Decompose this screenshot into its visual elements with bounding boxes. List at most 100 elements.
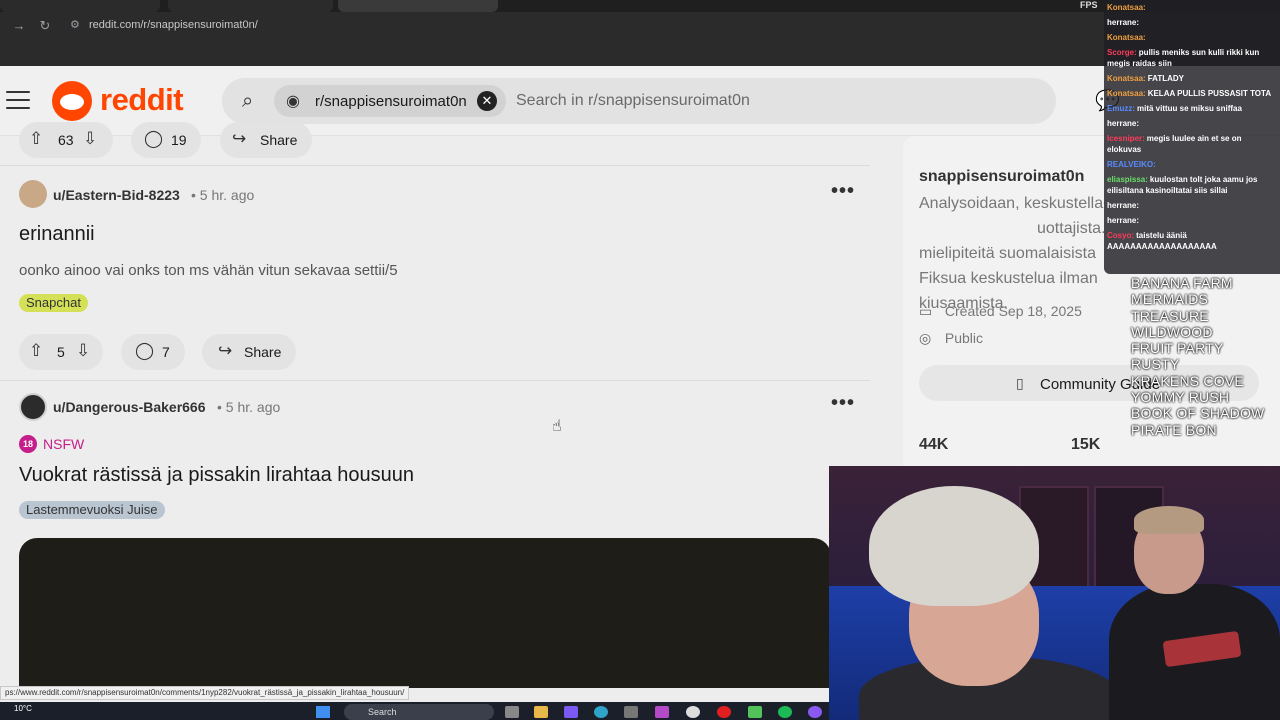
avatar[interactable]	[19, 180, 47, 208]
comments-button[interactable]: ◯ 19	[131, 122, 201, 158]
weekly-visitors: 44K	[919, 436, 949, 453]
game-item: KRAKENS COVE	[1131, 372, 1244, 389]
url-text[interactable]: reddit.com/r/snappisensuroimat0n/	[89, 19, 258, 31]
app-icon[interactable]	[808, 706, 822, 718]
chat-username: herrane:	[1107, 201, 1140, 210]
opera-icon[interactable]	[717, 706, 731, 718]
hand-cursor-icon: ☝	[552, 418, 562, 435]
upvote-icon[interactable]: ⇧	[29, 341, 43, 361]
chat-message: Cosyo: taistelu ääniä AAAAAAAAAAAAAAAAAAA	[1107, 230, 1277, 252]
app-icon[interactable]	[655, 706, 669, 718]
windows-start-icon[interactable]	[316, 706, 330, 718]
browser-tab[interactable]	[0, 0, 160, 12]
edge-icon[interactable]	[594, 706, 608, 718]
chat-username: Konatsaa:	[1107, 3, 1146, 12]
post-divider	[0, 380, 870, 381]
chat-username: herrane:	[1107, 216, 1140, 225]
chip-label: r/snappisensuroimat0n	[315, 93, 467, 110]
taskbar-search[interactable]: Search	[344, 704, 494, 720]
game-item: PIRATE BON	[1131, 421, 1217, 438]
game-item: BOOK OF SHADOW	[1131, 405, 1265, 422]
chat-message: Scorge: pullis meniks sun kulli rikki kun…	[1107, 47, 1277, 69]
chat-username: Emuzz:	[1107, 104, 1135, 113]
reload-icon[interactable]: ↻	[36, 18, 54, 34]
browser-toolbar-bottom	[0, 42, 1280, 66]
post-time: • 5 hr. ago	[191, 187, 255, 203]
games-list: BANANA FARM MERMAIDS TREASURE WILDWOOD FRUI…	[1131, 275, 1280, 438]
upvote-icon[interactable]: ⇧	[29, 129, 43, 149]
search-input[interactable]: Search in r/snappisensuroimat0n	[516, 92, 750, 110]
reddit-logo-text[interactable]: reddit	[100, 82, 184, 118]
chat-message: Konatsaa: FATLADY	[1107, 73, 1277, 84]
post-author[interactable]: u/Dangerous-Baker666	[53, 399, 206, 415]
nsfw-label: NSFW	[43, 436, 85, 452]
visibility-row: ◎ Public	[919, 330, 983, 347]
more-options-icon[interactable]: •••	[831, 392, 855, 415]
post-title[interactable]: Vuokrat rästissä ja pissakin lirahtaa ho…	[19, 464, 414, 487]
community-name: snappisensuroimat0n	[919, 168, 1085, 185]
chat-username: herrane:	[1107, 18, 1140, 27]
browser-tab[interactable]	[168, 0, 333, 12]
forward-icon[interactable]: →	[10, 18, 28, 33]
vote-count: 63	[58, 132, 74, 148]
subreddit-search-chip[interactable]: ◉ r/snappisensuroimat0n ✕	[274, 85, 506, 117]
reddit-logo-icon[interactable]	[52, 81, 92, 121]
post-body[interactable]: oonko ainoo vai onks ton ms vähän vitun …	[19, 262, 398, 279]
chat-username: Scorge:	[1107, 48, 1137, 57]
post-flair[interactable]: Lastemmevuoksi Juise	[19, 501, 165, 519]
comment-icon: ◯	[135, 341, 155, 360]
post-time: • 5 hr. ago	[217, 399, 281, 415]
share-button[interactable]: ↪ Share	[202, 334, 296, 370]
post-flair[interactable]: Snapchat	[19, 294, 88, 312]
more-options-icon[interactable]: •••	[831, 180, 855, 203]
chat-username: herrane:	[1107, 119, 1140, 128]
browser-tab-active[interactable]	[338, 0, 498, 12]
task-view-icon[interactable]	[505, 706, 519, 718]
chat-message: herrane:	[1107, 200, 1277, 211]
file-explorer-icon[interactable]	[534, 706, 548, 718]
weather-widget[interactable]: 10°C	[14, 704, 32, 713]
downvote-icon[interactable]: ⇩	[83, 129, 97, 149]
search-bar[interactable]: ⌕ ◉ r/snappisensuroimat0n ✕ Search in r/…	[222, 78, 1056, 124]
comments-button[interactable]: ◯ 7	[121, 334, 185, 370]
site-info-icon[interactable]: ⚙	[70, 18, 80, 31]
spotify-icon[interactable]	[778, 706, 792, 718]
chat-username: Konatsaa:	[1107, 74, 1146, 83]
game-item: BANANA FARM	[1131, 275, 1233, 291]
chat-message: herrane:	[1107, 215, 1277, 226]
share-label: Share	[260, 132, 298, 148]
created-row: ▭ Created Sep 18, 2025	[919, 303, 1082, 320]
desc-line: uottajista.	[1037, 220, 1106, 237]
avatar[interactable]	[19, 393, 47, 421]
app-icon[interactable]	[748, 706, 762, 718]
chrome-icon[interactable]	[686, 706, 700, 718]
fps-counter: FPS	[1080, 0, 1098, 10]
game-item: YOMMY RUSH	[1131, 389, 1230, 406]
chat-username: Cosyo:	[1107, 231, 1135, 240]
menu-icon[interactable]	[6, 91, 30, 111]
search-icon: ⌕	[242, 90, 254, 112]
post-author[interactable]: u/Eastern-Bid-8223	[53, 187, 180, 203]
game-item: FRUIT PARTY	[1131, 340, 1224, 357]
created-date: Created Sep 18, 2025	[944, 303, 1082, 319]
chat-username: Konatsaa:	[1107, 89, 1146, 98]
vote-bar: ⇧ 63 ⇩	[19, 122, 113, 158]
app-icon[interactable]	[564, 706, 578, 718]
downvote-icon[interactable]: ⇩	[76, 341, 90, 361]
globe-icon: ◎	[919, 330, 932, 346]
weekly-contributions: 15K	[1071, 436, 1101, 453]
comment-count: 7	[162, 344, 170, 360]
comment-icon: ◯	[144, 129, 164, 148]
chat-message: Icesniper: megis luulee ain et se on elok…	[1107, 133, 1277, 155]
share-button[interactable]: ↪ Share	[220, 122, 312, 158]
book-icon: ▯	[1016, 375, 1024, 391]
store-icon[interactable]	[624, 706, 638, 718]
comment-count: 19	[171, 132, 187, 148]
clear-chip-icon[interactable]: ✕	[477, 91, 497, 111]
post-title[interactable]: erinannii	[19, 223, 95, 246]
post-media[interactable]	[19, 538, 831, 688]
share-icon: ↪	[232, 129, 247, 148]
status-url: ps://www.reddit.com/r/snappisensuroimat0…	[0, 686, 410, 700]
chat-message: REALVEIKO:	[1107, 159, 1277, 170]
vote-count: 5	[57, 344, 65, 360]
